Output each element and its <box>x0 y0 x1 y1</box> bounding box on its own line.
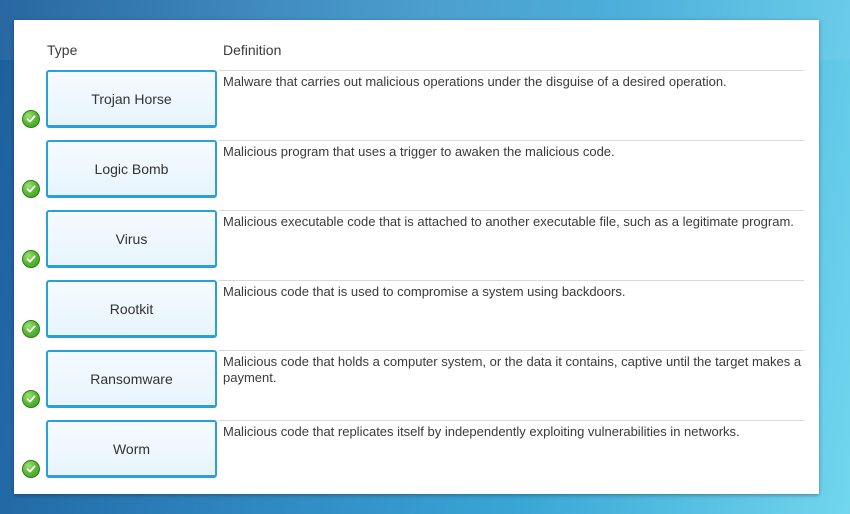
row-divider <box>219 210 804 211</box>
type-card-logic-bomb[interactable]: Logic Bomb <box>46 140 217 198</box>
type-card-ransomware[interactable]: Ransomware <box>46 350 217 408</box>
check-circle-icon <box>22 460 40 478</box>
match-row: Trojan Horse Malware that carries out ma… <box>14 70 819 130</box>
check-circle-icon <box>22 320 40 338</box>
definition-text: Malicious code that holds a computer sys… <box>223 354 802 385</box>
definition-text: Malware that carries out malicious opera… <box>223 74 727 89</box>
match-row: Logic Bomb Malicious program that uses a… <box>14 140 819 200</box>
row-divider <box>219 350 804 351</box>
match-row: Worm Malicious code that replicates itse… <box>14 420 819 480</box>
definition-text: Malicious program that uses a trigger to… <box>223 144 615 159</box>
type-card-trojan-horse[interactable]: Trojan Horse <box>46 70 217 128</box>
column-header-type: Type <box>47 42 78 58</box>
check-circle-icon <box>22 390 40 408</box>
type-card-rootkit[interactable]: Rootkit <box>46 280 217 338</box>
definition-text: Malicious code that replicates itself by… <box>223 424 740 439</box>
column-header-definition: Definition <box>223 42 282 58</box>
definition-text: Malicious executable code that is attach… <box>223 214 794 229</box>
match-row: Virus Malicious executable code that is … <box>14 210 819 270</box>
type-card-worm[interactable]: Worm <box>46 420 217 478</box>
definition-text: Malicious code that is used to compromis… <box>223 284 626 299</box>
drag-drop-panel: Type Definition Trojan Horse Malware tha… <box>14 20 819 494</box>
row-divider <box>219 280 804 281</box>
type-card-virus[interactable]: Virus <box>46 210 217 268</box>
match-row: Rootkit Malicious code that is used to c… <box>14 280 819 340</box>
row-divider <box>219 420 804 421</box>
check-circle-icon <box>22 180 40 198</box>
check-circle-icon <box>22 110 40 128</box>
match-row: Ransomware Malicious code that holds a c… <box>14 350 819 410</box>
check-circle-icon <box>22 250 40 268</box>
row-divider <box>219 140 804 141</box>
row-divider <box>219 70 804 71</box>
